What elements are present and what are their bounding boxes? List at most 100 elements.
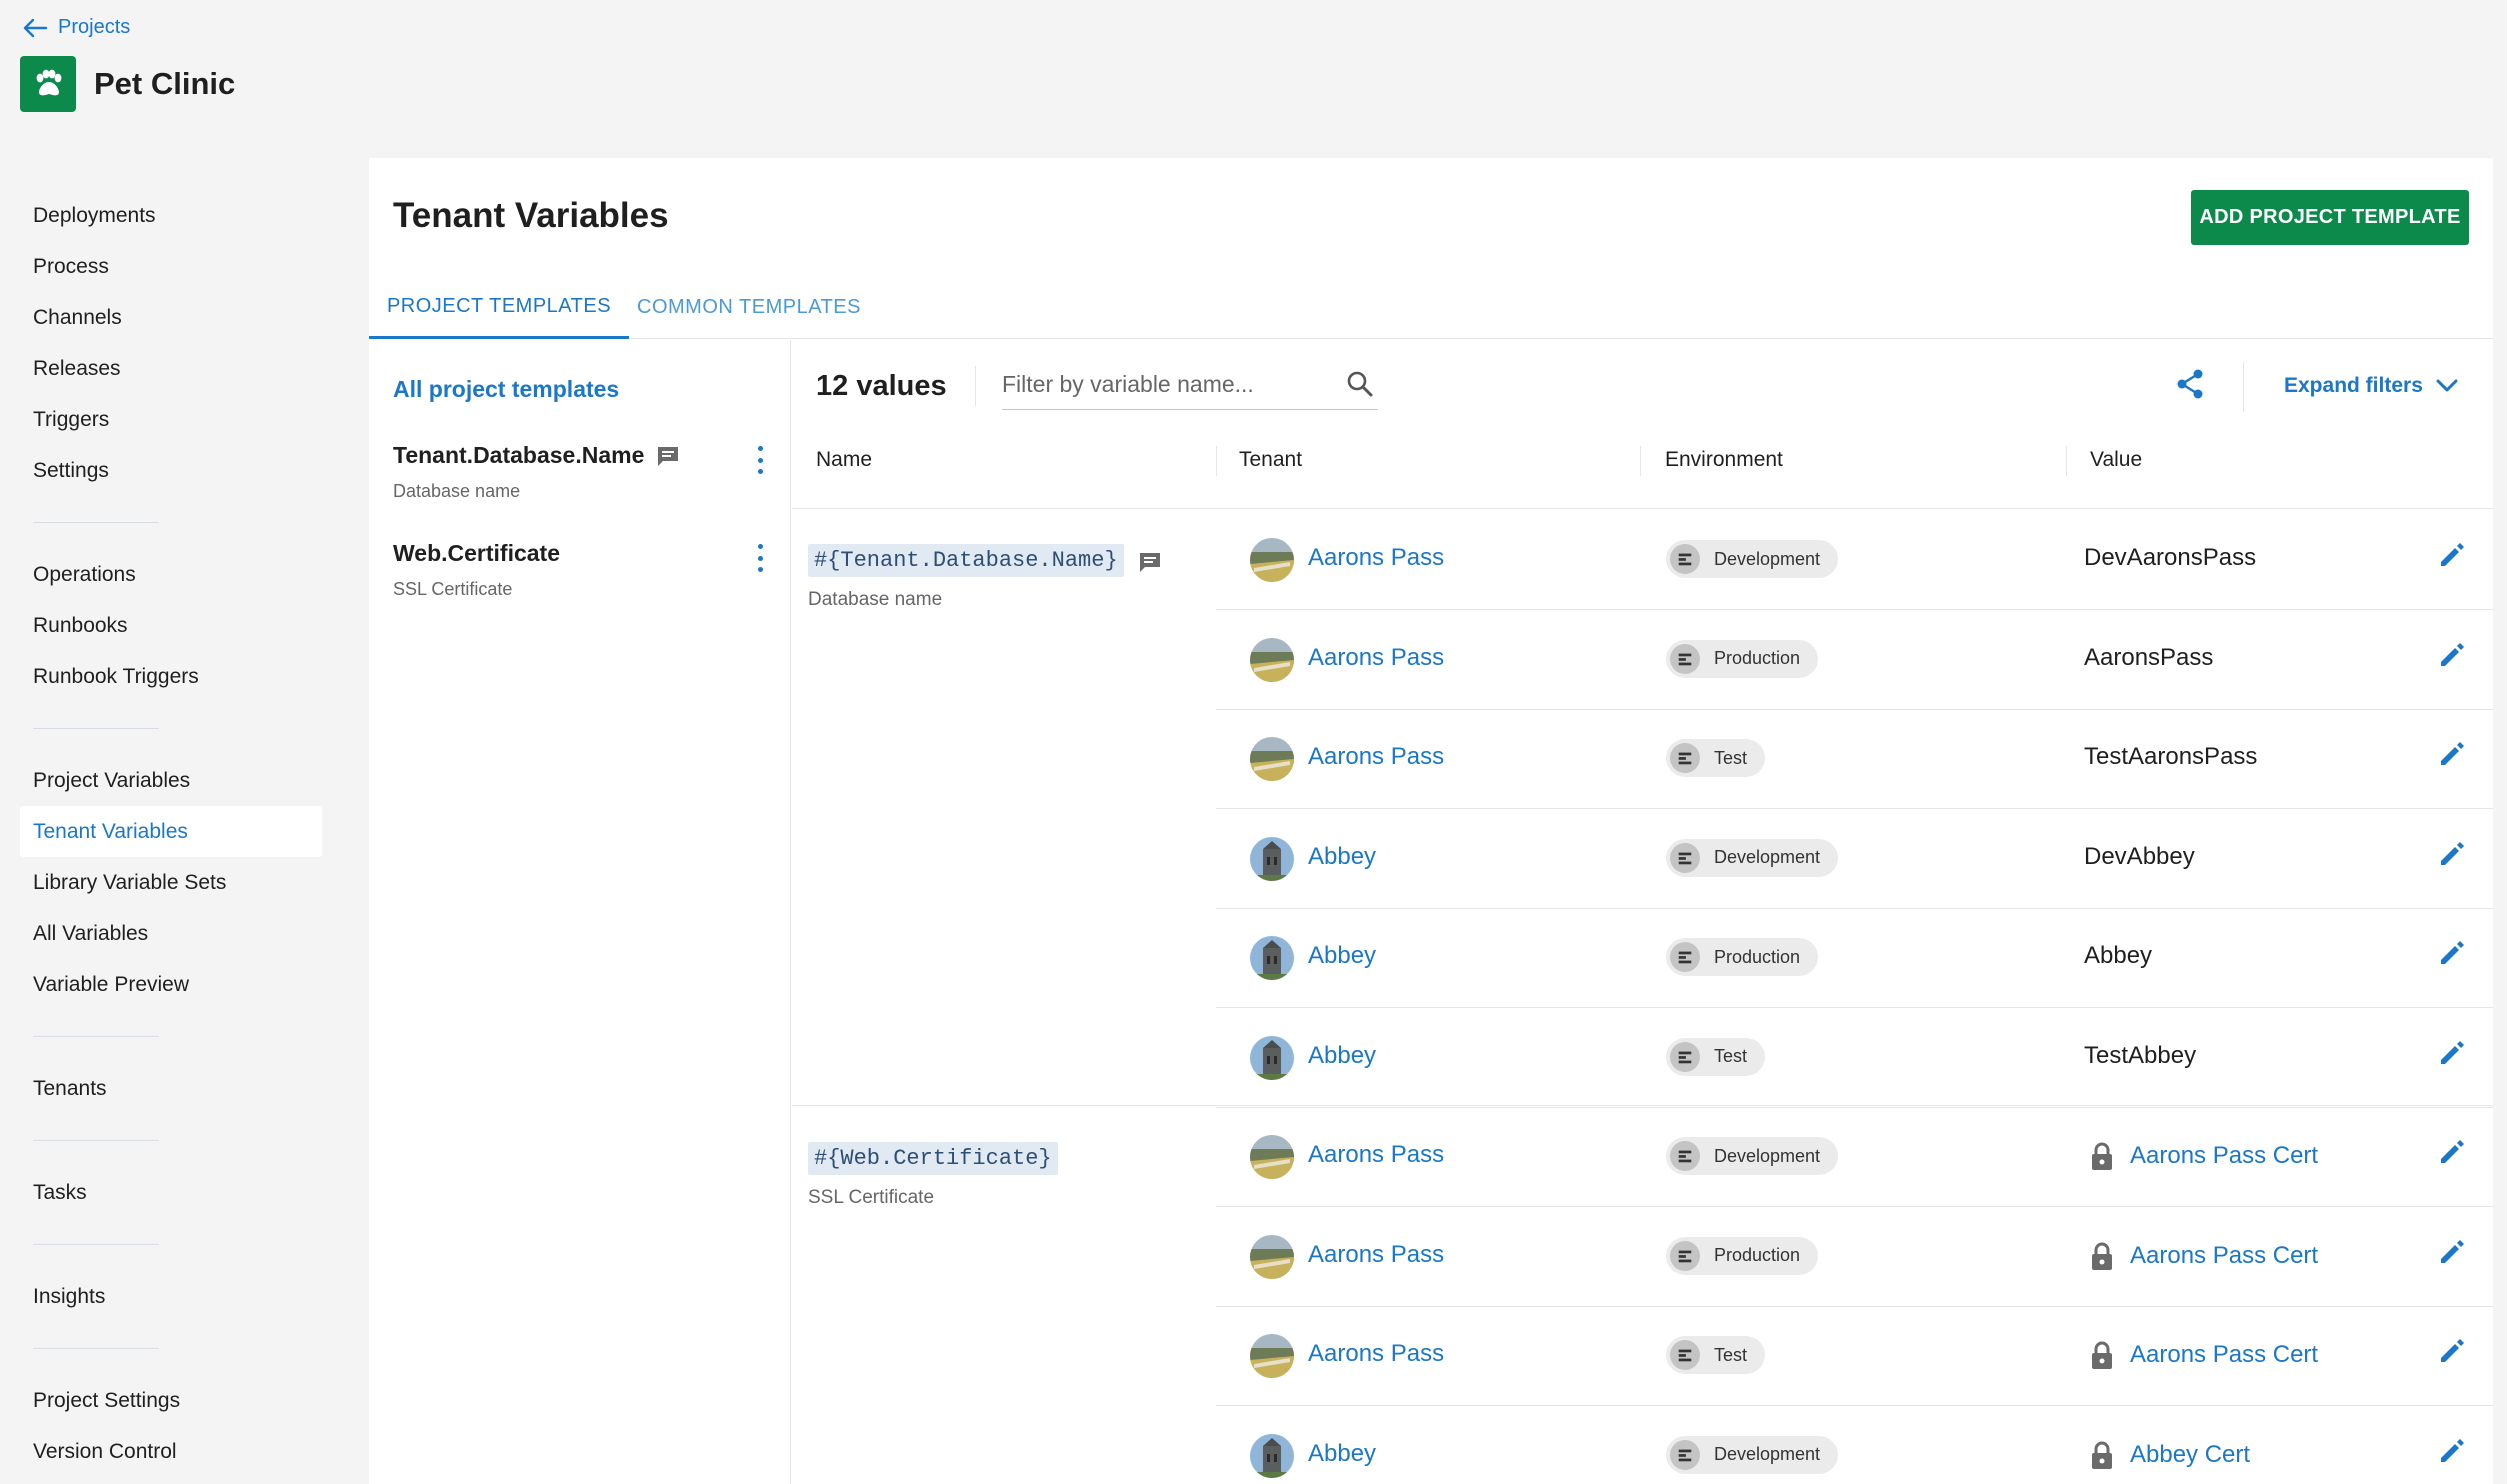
tenant-link[interactable]: Aarons Pass xyxy=(1308,1141,1444,1169)
environment-chip: Production xyxy=(1666,1236,1819,1275)
project-sidebar: Deployments Process Channels Releases Trigge… xyxy=(20,190,322,1477)
lock-icon xyxy=(2092,1242,2112,1270)
expand-filters-button[interactable]: Expand filters xyxy=(2284,374,2459,398)
template-list: All project templates Tenant.Database.Na… xyxy=(369,340,791,1484)
sidebar-item-process[interactable]: Process xyxy=(20,241,322,292)
environment-icon xyxy=(1670,942,1700,972)
more-vert-icon[interactable] xyxy=(755,544,765,572)
edit-icon[interactable] xyxy=(2435,1235,2469,1269)
tenant-link[interactable]: Abbey xyxy=(1308,942,1376,970)
search-icon[interactable] xyxy=(1344,368,1376,400)
environment-label: Test xyxy=(1714,747,1748,768)
environment-icon xyxy=(1670,1340,1700,1370)
tenant-avatar xyxy=(1250,936,1294,980)
edit-icon[interactable] xyxy=(2435,936,2469,970)
edit-icon[interactable] xyxy=(2435,1036,2469,1070)
sidebar-item-project-settings[interactable]: Project Settings xyxy=(20,1375,322,1426)
template-item[interactable]: Web.Certificate SSL Certificate xyxy=(393,540,773,600)
more-vert-icon[interactable] xyxy=(755,446,765,474)
certificate-link[interactable]: Aarons Pass Cert xyxy=(2090,1340,2318,1370)
sidebar-item-version-control[interactable]: Version Control xyxy=(20,1426,322,1477)
certificate-label: Aarons Pass Cert xyxy=(2130,1341,2319,1368)
sidebar-item-runbook-triggers[interactable]: Runbook Triggers xyxy=(20,651,322,702)
sidebar-item-triggers[interactable]: Triggers xyxy=(20,394,322,445)
tenant-avatar xyxy=(1250,1035,1294,1080)
tenant-link[interactable]: Aarons Pass xyxy=(1308,1340,1444,1368)
sidebar-item-insights[interactable]: Insights xyxy=(20,1271,322,1322)
environment-icon xyxy=(1670,643,1700,674)
tenant-avatar xyxy=(1250,1334,1294,1378)
sidebar-item-variable-preview[interactable]: Variable Preview xyxy=(20,959,322,1010)
arrow-left-icon xyxy=(23,18,48,37)
table-row: Aarons Pass Development Aarons Pass Cert xyxy=(1216,1107,2493,1207)
sidebar-item-tasks[interactable]: Tasks xyxy=(20,1167,322,1218)
certificate-label: Abbey Cert xyxy=(2130,1440,2251,1468)
template-name: Web.Certificate xyxy=(393,540,561,566)
environment-chip: Production xyxy=(1666,639,1819,678)
certificate-link[interactable]: Aarons Pass Cert xyxy=(2090,1241,2318,1271)
sidebar-item-runbooks[interactable]: Runbooks xyxy=(20,600,322,651)
project-header: Pet Clinic xyxy=(20,56,235,112)
variable-group-name: #{Web.Certificate} SSL Certificate xyxy=(808,1142,1058,1209)
filter-input[interactable] xyxy=(1002,371,1322,398)
environment-label: Test xyxy=(1714,1344,1748,1365)
tenant-link[interactable]: Aarons Pass xyxy=(1308,644,1444,672)
tenant-link[interactable]: Abbey xyxy=(1308,1440,1376,1468)
back-to-projects-link[interactable]: Projects xyxy=(22,16,130,39)
project-name: Pet Clinic xyxy=(94,66,236,101)
sidebar-item-settings[interactable]: Settings xyxy=(20,445,322,496)
template-item[interactable]: Tenant.Database.Name Database name xyxy=(393,442,773,502)
edit-icon[interactable] xyxy=(2435,1434,2469,1468)
sidebar-item-all-variables[interactable]: All Variables xyxy=(20,908,322,959)
edit-icon[interactable] xyxy=(2435,638,2469,672)
sidebar-item-tenant-variables[interactable]: Tenant Variables xyxy=(20,806,322,857)
template-description: SSL Certificate xyxy=(393,579,513,599)
tab-project-templates[interactable]: PROJECT TEMPLATES xyxy=(369,276,629,339)
sidebar-item-releases[interactable]: Releases xyxy=(20,343,322,394)
sidebar-item-channels[interactable]: Channels xyxy=(20,292,322,343)
environment-label: Production xyxy=(1714,946,1801,967)
sidebar-item-deployments[interactable]: Deployments xyxy=(20,190,322,241)
certificate-link[interactable]: Abbey Cert xyxy=(2090,1440,2250,1470)
variable-code: #{Tenant.Database.Name} xyxy=(808,544,1124,577)
variable-value: DevAaronsPass xyxy=(2084,544,2257,571)
sidebar-item-tenants[interactable]: Tenants xyxy=(20,1063,322,1114)
column-header-value: Value xyxy=(2090,448,2143,471)
tenant-link[interactable]: Abbey xyxy=(1308,843,1376,871)
tab-common-templates[interactable]: COMMON TEMPLATES xyxy=(629,276,869,339)
template-tabs: PROJECT TEMPLATES COMMON TEMPLATES xyxy=(369,276,2493,339)
tenant-link[interactable]: Aarons Pass xyxy=(1308,743,1444,771)
divider xyxy=(2243,362,2244,412)
environment-label: Development xyxy=(1714,847,1821,867)
add-project-template-button[interactable]: ADD PROJECT TEMPLATE xyxy=(2191,190,2469,245)
column-header-environment: Environment xyxy=(1665,448,1783,471)
environment-icon xyxy=(1670,842,1700,873)
share-icon[interactable] xyxy=(2172,366,2208,402)
tenant-link[interactable]: Aarons Pass xyxy=(1308,544,1444,572)
sidebar-divider xyxy=(33,522,159,523)
environment-chip: Test xyxy=(1666,1336,1766,1374)
table-row: Aarons Pass Development DevAaronsPass xyxy=(1216,510,2493,610)
edit-icon[interactable] xyxy=(2435,1135,2469,1169)
variable-value: TestAaronsPass xyxy=(2084,743,2258,770)
edit-icon[interactable] xyxy=(2435,538,2469,572)
tenant-link[interactable]: Aarons Pass xyxy=(1308,1241,1444,1269)
sidebar-item-project-variables[interactable]: Project Variables xyxy=(20,755,322,806)
tenant-avatar xyxy=(1250,737,1294,781)
environment-label: Development xyxy=(1714,1444,1821,1464)
edit-icon[interactable] xyxy=(2435,737,2469,771)
tenant-avatar xyxy=(1250,836,1294,881)
sidebar-item-library-variable-sets[interactable]: Library Variable Sets xyxy=(20,857,322,908)
comment-icon xyxy=(1140,552,1161,572)
tenant-link[interactable]: Abbey xyxy=(1308,1042,1376,1070)
edit-icon[interactable] xyxy=(2435,1334,2469,1368)
table-row: Abbey Test TestAbbey xyxy=(1216,1008,2493,1108)
certificate-link[interactable]: Aarons Pass Cert xyxy=(2090,1141,2318,1171)
comment-icon xyxy=(658,446,679,466)
all-project-templates-link[interactable]: All project templates xyxy=(393,376,619,403)
environment-chip: Test xyxy=(1666,739,1766,777)
edit-icon[interactable] xyxy=(2435,837,2469,871)
column-header-name: Name xyxy=(816,448,873,471)
sidebar-item-operations[interactable]: Operations xyxy=(20,549,322,600)
tenant-avatar xyxy=(1250,1135,1294,1179)
